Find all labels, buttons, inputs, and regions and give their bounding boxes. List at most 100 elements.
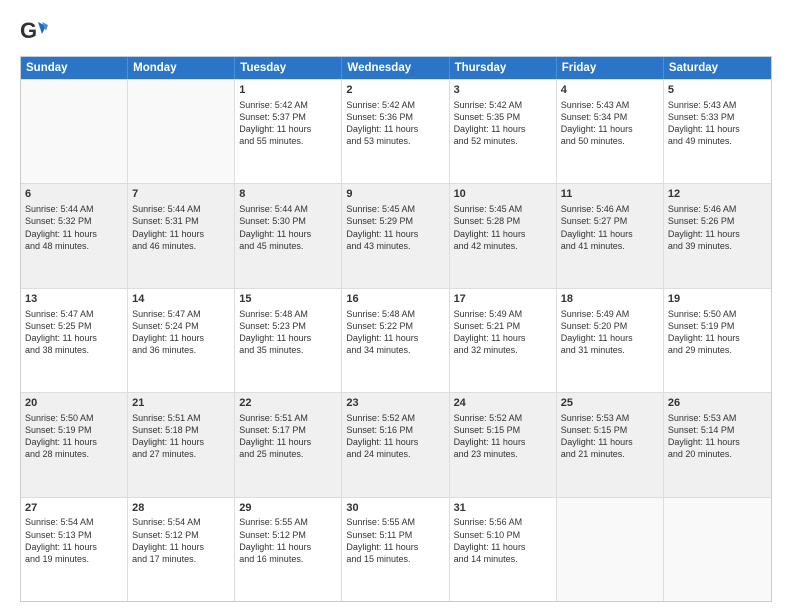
header-day-friday: Friday <box>557 57 664 79</box>
cell-detail: Sunrise: 5:44 AMSunset: 5:32 PMDaylight:… <box>25 203 123 252</box>
calendar-week-3: 13Sunrise: 5:47 AMSunset: 5:25 PMDayligh… <box>21 288 771 392</box>
cell-detail: Sunrise: 5:47 AMSunset: 5:25 PMDaylight:… <box>25 308 123 357</box>
day-number: 22 <box>239 396 337 411</box>
cell-detail: Sunrise: 5:49 AMSunset: 5:20 PMDaylight:… <box>561 308 659 357</box>
day-number: 17 <box>454 292 552 307</box>
calendar-header: SundayMondayTuesdayWednesdayThursdayFrid… <box>21 57 771 79</box>
calendar-cell: 27Sunrise: 5:54 AMSunset: 5:13 PMDayligh… <box>21 498 128 601</box>
calendar-cell: 15Sunrise: 5:48 AMSunset: 5:23 PMDayligh… <box>235 289 342 392</box>
day-number: 26 <box>668 396 767 411</box>
day-number: 11 <box>561 187 659 202</box>
day-number: 1 <box>239 83 337 98</box>
calendar: SundayMondayTuesdayWednesdayThursdayFrid… <box>20 56 772 602</box>
day-number: 10 <box>454 187 552 202</box>
calendar-cell: 16Sunrise: 5:48 AMSunset: 5:22 PMDayligh… <box>342 289 449 392</box>
day-number: 12 <box>668 187 767 202</box>
logo: G <box>20 18 52 46</box>
calendar-cell: 4Sunrise: 5:43 AMSunset: 5:34 PMDaylight… <box>557 80 664 183</box>
day-number: 23 <box>346 396 444 411</box>
day-number: 18 <box>561 292 659 307</box>
day-number: 7 <box>132 187 230 202</box>
calendar-week-1: 1Sunrise: 5:42 AMSunset: 5:37 PMDaylight… <box>21 79 771 183</box>
cell-detail: Sunrise: 5:47 AMSunset: 5:24 PMDaylight:… <box>132 308 230 357</box>
day-number: 8 <box>239 187 337 202</box>
calendar-cell: 30Sunrise: 5:55 AMSunset: 5:11 PMDayligh… <box>342 498 449 601</box>
calendar-cell: 19Sunrise: 5:50 AMSunset: 5:19 PMDayligh… <box>664 289 771 392</box>
calendar-body: 1Sunrise: 5:42 AMSunset: 5:37 PMDaylight… <box>21 79 771 601</box>
day-number: 16 <box>346 292 444 307</box>
day-number: 13 <box>25 292 123 307</box>
day-number: 14 <box>132 292 230 307</box>
calendar-cell: 1Sunrise: 5:42 AMSunset: 5:37 PMDaylight… <box>235 80 342 183</box>
calendar-cell: 23Sunrise: 5:52 AMSunset: 5:16 PMDayligh… <box>342 393 449 496</box>
calendar-cell: 21Sunrise: 5:51 AMSunset: 5:18 PMDayligh… <box>128 393 235 496</box>
cell-detail: Sunrise: 5:54 AMSunset: 5:12 PMDaylight:… <box>132 516 230 565</box>
cell-detail: Sunrise: 5:42 AMSunset: 5:37 PMDaylight:… <box>239 99 337 148</box>
page-header: G <box>20 18 772 46</box>
day-number: 15 <box>239 292 337 307</box>
day-number: 25 <box>561 396 659 411</box>
calendar-week-5: 27Sunrise: 5:54 AMSunset: 5:13 PMDayligh… <box>21 497 771 601</box>
cell-detail: Sunrise: 5:43 AMSunset: 5:34 PMDaylight:… <box>561 99 659 148</box>
cell-detail: Sunrise: 5:55 AMSunset: 5:12 PMDaylight:… <box>239 516 337 565</box>
calendar-cell: 2Sunrise: 5:42 AMSunset: 5:36 PMDaylight… <box>342 80 449 183</box>
day-number: 3 <box>454 83 552 98</box>
calendar-cell: 5Sunrise: 5:43 AMSunset: 5:33 PMDaylight… <box>664 80 771 183</box>
cell-detail: Sunrise: 5:53 AMSunset: 5:15 PMDaylight:… <box>561 412 659 461</box>
cell-detail: Sunrise: 5:48 AMSunset: 5:23 PMDaylight:… <box>239 308 337 357</box>
day-number: 31 <box>454 501 552 516</box>
cell-detail: Sunrise: 5:45 AMSunset: 5:28 PMDaylight:… <box>454 203 552 252</box>
calendar-cell: 29Sunrise: 5:55 AMSunset: 5:12 PMDayligh… <box>235 498 342 601</box>
svg-text:G: G <box>20 18 37 43</box>
header-day-sunday: Sunday <box>21 57 128 79</box>
header-day-thursday: Thursday <box>450 57 557 79</box>
calendar-cell <box>21 80 128 183</box>
logo-icon: G <box>20 18 48 46</box>
calendar-cell: 28Sunrise: 5:54 AMSunset: 5:12 PMDayligh… <box>128 498 235 601</box>
header-day-saturday: Saturday <box>664 57 771 79</box>
calendar-cell: 8Sunrise: 5:44 AMSunset: 5:30 PMDaylight… <box>235 184 342 287</box>
calendar-cell: 24Sunrise: 5:52 AMSunset: 5:15 PMDayligh… <box>450 393 557 496</box>
cell-detail: Sunrise: 5:51 AMSunset: 5:18 PMDaylight:… <box>132 412 230 461</box>
day-number: 19 <box>668 292 767 307</box>
cell-detail: Sunrise: 5:49 AMSunset: 5:21 PMDaylight:… <box>454 308 552 357</box>
day-number: 9 <box>346 187 444 202</box>
day-number: 28 <box>132 501 230 516</box>
calendar-week-4: 20Sunrise: 5:50 AMSunset: 5:19 PMDayligh… <box>21 392 771 496</box>
calendar-cell: 14Sunrise: 5:47 AMSunset: 5:24 PMDayligh… <box>128 289 235 392</box>
calendar-cell <box>557 498 664 601</box>
calendar-cell: 10Sunrise: 5:45 AMSunset: 5:28 PMDayligh… <box>450 184 557 287</box>
cell-detail: Sunrise: 5:52 AMSunset: 5:15 PMDaylight:… <box>454 412 552 461</box>
calendar-cell: 13Sunrise: 5:47 AMSunset: 5:25 PMDayligh… <box>21 289 128 392</box>
header-day-wednesday: Wednesday <box>342 57 449 79</box>
cell-detail: Sunrise: 5:42 AMSunset: 5:35 PMDaylight:… <box>454 99 552 148</box>
cell-detail: Sunrise: 5:50 AMSunset: 5:19 PMDaylight:… <box>668 308 767 357</box>
calendar-cell: 6Sunrise: 5:44 AMSunset: 5:32 PMDaylight… <box>21 184 128 287</box>
day-number: 30 <box>346 501 444 516</box>
calendar-cell: 26Sunrise: 5:53 AMSunset: 5:14 PMDayligh… <box>664 393 771 496</box>
day-number: 21 <box>132 396 230 411</box>
calendar-cell: 12Sunrise: 5:46 AMSunset: 5:26 PMDayligh… <box>664 184 771 287</box>
day-number: 29 <box>239 501 337 516</box>
calendar-cell: 17Sunrise: 5:49 AMSunset: 5:21 PMDayligh… <box>450 289 557 392</box>
day-number: 5 <box>668 83 767 98</box>
calendar-cell: 31Sunrise: 5:56 AMSunset: 5:10 PMDayligh… <box>450 498 557 601</box>
cell-detail: Sunrise: 5:48 AMSunset: 5:22 PMDaylight:… <box>346 308 444 357</box>
cell-detail: Sunrise: 5:42 AMSunset: 5:36 PMDaylight:… <box>346 99 444 148</box>
day-number: 4 <box>561 83 659 98</box>
calendar-cell: 9Sunrise: 5:45 AMSunset: 5:29 PMDaylight… <box>342 184 449 287</box>
day-number: 20 <box>25 396 123 411</box>
cell-detail: Sunrise: 5:46 AMSunset: 5:27 PMDaylight:… <box>561 203 659 252</box>
cell-detail: Sunrise: 5:45 AMSunset: 5:29 PMDaylight:… <box>346 203 444 252</box>
cell-detail: Sunrise: 5:43 AMSunset: 5:33 PMDaylight:… <box>668 99 767 148</box>
cell-detail: Sunrise: 5:44 AMSunset: 5:31 PMDaylight:… <box>132 203 230 252</box>
cell-detail: Sunrise: 5:51 AMSunset: 5:17 PMDaylight:… <box>239 412 337 461</box>
calendar-cell: 7Sunrise: 5:44 AMSunset: 5:31 PMDaylight… <box>128 184 235 287</box>
cell-detail: Sunrise: 5:53 AMSunset: 5:14 PMDaylight:… <box>668 412 767 461</box>
cell-detail: Sunrise: 5:46 AMSunset: 5:26 PMDaylight:… <box>668 203 767 252</box>
header-day-tuesday: Tuesday <box>235 57 342 79</box>
calendar-cell: 18Sunrise: 5:49 AMSunset: 5:20 PMDayligh… <box>557 289 664 392</box>
cell-detail: Sunrise: 5:56 AMSunset: 5:10 PMDaylight:… <box>454 516 552 565</box>
cell-detail: Sunrise: 5:54 AMSunset: 5:13 PMDaylight:… <box>25 516 123 565</box>
cell-detail: Sunrise: 5:50 AMSunset: 5:19 PMDaylight:… <box>25 412 123 461</box>
